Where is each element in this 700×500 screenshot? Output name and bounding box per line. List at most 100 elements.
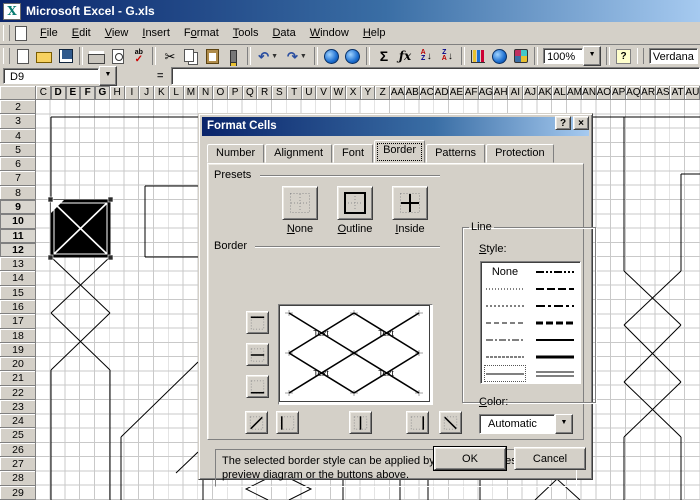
column-header-AO[interactable]: AO bbox=[597, 86, 612, 100]
line-style-option[interactable] bbox=[534, 365, 576, 382]
row-header-12[interactable]: 12 bbox=[0, 243, 36, 257]
row-header-11[interactable]: 11 bbox=[0, 229, 36, 243]
row-header-16[interactable]: 16 bbox=[0, 300, 36, 314]
sort-ascending-icon[interactable]: AZ↓ bbox=[416, 46, 437, 66]
zoom-combo[interactable]: 100%▼ bbox=[543, 47, 601, 65]
column-header-J[interactable]: J bbox=[139, 86, 154, 100]
column-header-AU[interactable]: AU bbox=[685, 86, 700, 100]
sort-descending-icon[interactable]: ZA↓ bbox=[437, 46, 458, 66]
border-right-button[interactable] bbox=[406, 411, 429, 434]
line-style-option[interactable] bbox=[534, 297, 576, 314]
drawing-icon[interactable] bbox=[510, 46, 531, 66]
row-header-22[interactable]: 22 bbox=[0, 386, 36, 400]
line-style-option[interactable] bbox=[534, 348, 576, 365]
row-header-13[interactable]: 13 bbox=[0, 257, 36, 271]
column-header-AQ[interactable]: AQ bbox=[626, 86, 641, 100]
font-combo[interactable]: Verdana bbox=[649, 47, 698, 65]
menu-insert[interactable]: Insert bbox=[135, 24, 177, 42]
cancel-button[interactable]: Cancel bbox=[514, 447, 586, 470]
column-header-F[interactable]: F bbox=[80, 86, 95, 100]
line-style-option[interactable] bbox=[484, 297, 526, 314]
row-header-26[interactable]: 26 bbox=[0, 443, 36, 457]
preset-outline-button[interactable] bbox=[337, 186, 373, 220]
column-header-K[interactable]: K bbox=[154, 86, 169, 100]
row-header-28[interactable]: 28 bbox=[0, 471, 36, 485]
column-header-AF[interactable]: AF bbox=[464, 86, 479, 100]
line-style-option[interactable] bbox=[534, 280, 576, 297]
row-header-2[interactable]: 2 bbox=[0, 100, 36, 114]
tab-number[interactable]: Number bbox=[207, 144, 264, 163]
column-header-G[interactable]: G bbox=[95, 86, 110, 100]
column-header-AD[interactable]: AD bbox=[434, 86, 449, 100]
tab-protection[interactable]: Protection bbox=[486, 144, 554, 163]
column-header-AS[interactable]: AS bbox=[656, 86, 671, 100]
column-header-I[interactable]: I bbox=[125, 86, 140, 100]
row-header-24[interactable]: 24 bbox=[0, 414, 36, 428]
row-header-14[interactable]: 14 bbox=[0, 271, 36, 285]
menubar-grip[interactable] bbox=[3, 25, 10, 41]
row-header-6[interactable]: 6 bbox=[0, 157, 36, 171]
row-header-23[interactable]: 23 bbox=[0, 400, 36, 414]
line-style-listbox[interactable]: None bbox=[480, 261, 581, 384]
row-header-4[interactable]: 4 bbox=[0, 129, 36, 143]
print-preview-icon[interactable] bbox=[107, 46, 128, 66]
column-header-E[interactable]: E bbox=[66, 86, 81, 100]
cut-icon[interactable]: ✂ bbox=[159, 46, 180, 66]
name-box[interactable]: D9 bbox=[3, 68, 99, 84]
line-style-option[interactable] bbox=[484, 365, 526, 382]
column-header-AB[interactable]: AB bbox=[405, 86, 420, 100]
line-style-option[interactable] bbox=[484, 331, 526, 348]
ok-button[interactable]: OK bbox=[434, 447, 506, 470]
undo-icon[interactable]: ↶▼ bbox=[254, 46, 283, 66]
border-diagonal-up-button[interactable] bbox=[245, 411, 268, 434]
preset-none-button[interactable] bbox=[282, 186, 318, 220]
line-style-option[interactable] bbox=[484, 280, 526, 297]
new-icon[interactable] bbox=[13, 46, 34, 66]
column-header-AE[interactable]: AE bbox=[449, 86, 464, 100]
border-inner-horizontal-button[interactable] bbox=[246, 343, 269, 366]
column-header-Y[interactable]: Y bbox=[361, 86, 376, 100]
open-icon[interactable] bbox=[34, 46, 55, 66]
column-header-AT[interactable]: AT bbox=[670, 86, 685, 100]
row-header-8[interactable]: 8 bbox=[0, 186, 36, 200]
save-icon[interactable] bbox=[55, 46, 76, 66]
row-header-21[interactable]: 21 bbox=[0, 371, 36, 385]
toolbar-grip[interactable] bbox=[637, 48, 644, 64]
row-header-27[interactable]: 27 bbox=[0, 457, 36, 471]
row-header-20[interactable]: 20 bbox=[0, 357, 36, 371]
chevron-down-icon[interactable]: ▼ bbox=[583, 46, 601, 66]
column-header-C[interactable]: C bbox=[36, 86, 51, 100]
menu-help[interactable]: Help bbox=[356, 24, 393, 42]
menu-view[interactable]: View bbox=[98, 24, 136, 42]
border-bottom-button[interactable] bbox=[246, 375, 269, 398]
menu-window[interactable]: Window bbox=[303, 24, 356, 42]
border-top-button[interactable] bbox=[246, 311, 269, 334]
column-header-T[interactable]: T bbox=[287, 86, 302, 100]
column-header-AJ[interactable]: AJ bbox=[523, 86, 538, 100]
column-header-V[interactable]: V bbox=[316, 86, 331, 100]
copy-icon[interactable] bbox=[180, 46, 201, 66]
column-header-Q[interactable]: Q bbox=[243, 86, 258, 100]
column-header-AR[interactable]: AR bbox=[641, 86, 656, 100]
print-icon[interactable] bbox=[86, 46, 107, 66]
map-icon[interactable] bbox=[489, 46, 510, 66]
border-diagonal-down-button[interactable] bbox=[439, 411, 462, 434]
select-all-corner[interactable] bbox=[0, 86, 36, 100]
column-header-Z[interactable]: Z bbox=[375, 86, 390, 100]
row-header-10[interactable]: 10 bbox=[0, 214, 36, 228]
row-header-9[interactable]: 9 bbox=[0, 200, 36, 214]
line-style-option[interactable] bbox=[534, 263, 576, 280]
chart-wizard-icon[interactable] bbox=[468, 46, 489, 66]
column-header-X[interactable]: X bbox=[346, 86, 361, 100]
column-header-D[interactable]: D bbox=[51, 86, 66, 100]
line-style-option[interactable] bbox=[484, 314, 526, 331]
column-header-W[interactable]: W bbox=[331, 86, 346, 100]
column-header-O[interactable]: O bbox=[213, 86, 228, 100]
line-style-option[interactable] bbox=[484, 348, 526, 365]
row-header-18[interactable]: 18 bbox=[0, 329, 36, 343]
row-header-19[interactable]: 19 bbox=[0, 343, 36, 357]
menu-file[interactable]: File bbox=[33, 24, 65, 42]
border-left-button[interactable] bbox=[276, 411, 299, 434]
insert-hyperlink-icon[interactable] bbox=[321, 46, 342, 66]
paste-function-icon[interactable]: ƒx bbox=[395, 46, 416, 66]
